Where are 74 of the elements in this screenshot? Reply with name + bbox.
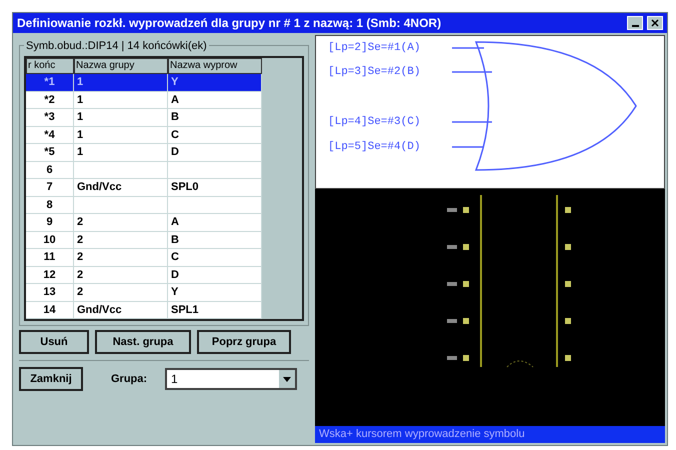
group-combo-box[interactable]: 1 — [165, 368, 297, 390]
status-bar: Wska+ kursorem wyprowadzenie symbolu — [315, 426, 665, 443]
table-row[interactable]: 7 Gnd/Vcc SPL0 — [26, 179, 262, 196]
action-button[interactable]: Usuń — [19, 330, 89, 354]
pin-label[interactable]: [Lp=4]Se=#3(C) — [328, 116, 420, 128]
table-cell: 8 — [26, 196, 74, 213]
table-cell: 12 — [26, 266, 74, 283]
table-cell: SPL1 — [168, 302, 262, 318]
table-row[interactable]: 9 2 A — [26, 214, 262, 232]
table-cell: 1 — [74, 92, 168, 108]
table-cell: B — [168, 109, 262, 126]
table-cell: *2 — [26, 92, 74, 108]
table-cell: 7 — [26, 179, 74, 196]
table-row[interactable]: *5 1 D — [26, 144, 262, 162]
table-cell: 2 — [74, 249, 168, 266]
column-header[interactable]: Nazwa wyprow — [168, 58, 262, 74]
column-header[interactable]: Nazwa grupy — [74, 58, 168, 74]
table-cell: C — [168, 249, 262, 266]
table-cell: 2 — [74, 266, 168, 283]
table-cell: 2 — [74, 284, 168, 300]
table-cell: *4 — [26, 126, 74, 143]
table-cell: Y — [168, 74, 262, 90]
table-cell: D — [168, 144, 262, 160]
table-cell: A — [168, 92, 262, 108]
table-row[interactable]: 12 2 D — [26, 266, 262, 284]
dropdown-button[interactable] — [279, 370, 295, 388]
table-cell: Y — [168, 284, 262, 300]
table-row[interactable]: *2 1 A — [26, 92, 262, 109]
table-cell: Gnd/Vcc — [74, 179, 168, 196]
table-cell: A — [168, 214, 262, 230]
column-header[interactable]: r końc — [26, 58, 74, 74]
window-title: Definiowanie rozkł. wyprowadzeń dla grupy nr # 1 z nazwą: 1 (Smb: 4NOR) — [17, 15, 442, 32]
table-cell: 1 — [74, 74, 168, 90]
table-row[interactable]: *4 1 C — [26, 126, 262, 144]
table-row[interactable]: 14 Gnd/Vcc SPL1 — [26, 302, 262, 319]
table-row[interactable]: 10 2 B — [26, 232, 262, 249]
table-cell: B — [168, 232, 262, 248]
table-cell: 14 — [26, 302, 74, 318]
table-cell: 10 — [26, 232, 74, 248]
table-cell: *3 — [26, 109, 74, 126]
table-cell: *1 — [26, 74, 74, 90]
pin-label[interactable]: [Lp=5]Se=#4(D) — [328, 141, 420, 153]
table-cell: 9 — [26, 214, 74, 230]
table-cell: 11 — [26, 249, 74, 266]
table-cell: 1 — [74, 126, 168, 143]
table-row[interactable]: 8 — [26, 196, 262, 214]
close-icon — [651, 19, 659, 27]
table-cell: 13 — [26, 284, 74, 300]
table-row[interactable]: *1 1 Y — [26, 74, 262, 92]
table-cell: 6 — [26, 162, 74, 178]
pin-label[interactable]: [Lp=2]Se=#1(A) — [328, 42, 420, 54]
combo-value: 1 — [170, 371, 179, 388]
table-row[interactable]: *3 1 B — [26, 109, 262, 126]
table-cell: 1 — [74, 144, 168, 160]
minimize-button[interactable] — [627, 16, 643, 30]
action-button[interactable]: Nast. grupa — [95, 330, 191, 354]
pin-label[interactable]: [Lp=3]Se=#2(B) — [328, 66, 420, 78]
table-cell: D — [168, 266, 262, 283]
table-cell: SPL0 — [168, 179, 262, 196]
table-cell: 1 — [74, 109, 168, 126]
close-button[interactable] — [647, 16, 663, 30]
table-cell: Gnd/Vcc — [74, 302, 168, 318]
table-row[interactable]: 6 — [26, 162, 262, 179]
action-button[interactable]: Poprz grupa — [197, 330, 291, 354]
table-cell: 2 — [74, 214, 168, 230]
group-box-label: Symb.obud.:DIP14 | 14 końcówki(ek) — [24, 38, 209, 54]
table-row[interactable]: 11 2 C — [26, 249, 262, 266]
table-cell: *5 — [26, 144, 74, 160]
caret-icon — [283, 376, 291, 382]
table-row[interactable]: 13 2 Y — [26, 284, 262, 302]
close-dialog-button[interactable]: Zamknij — [19, 367, 83, 391]
table-cell: C — [168, 126, 262, 143]
table-cell: 2 — [74, 232, 168, 248]
group-label: Grupa: — [111, 372, 148, 387]
